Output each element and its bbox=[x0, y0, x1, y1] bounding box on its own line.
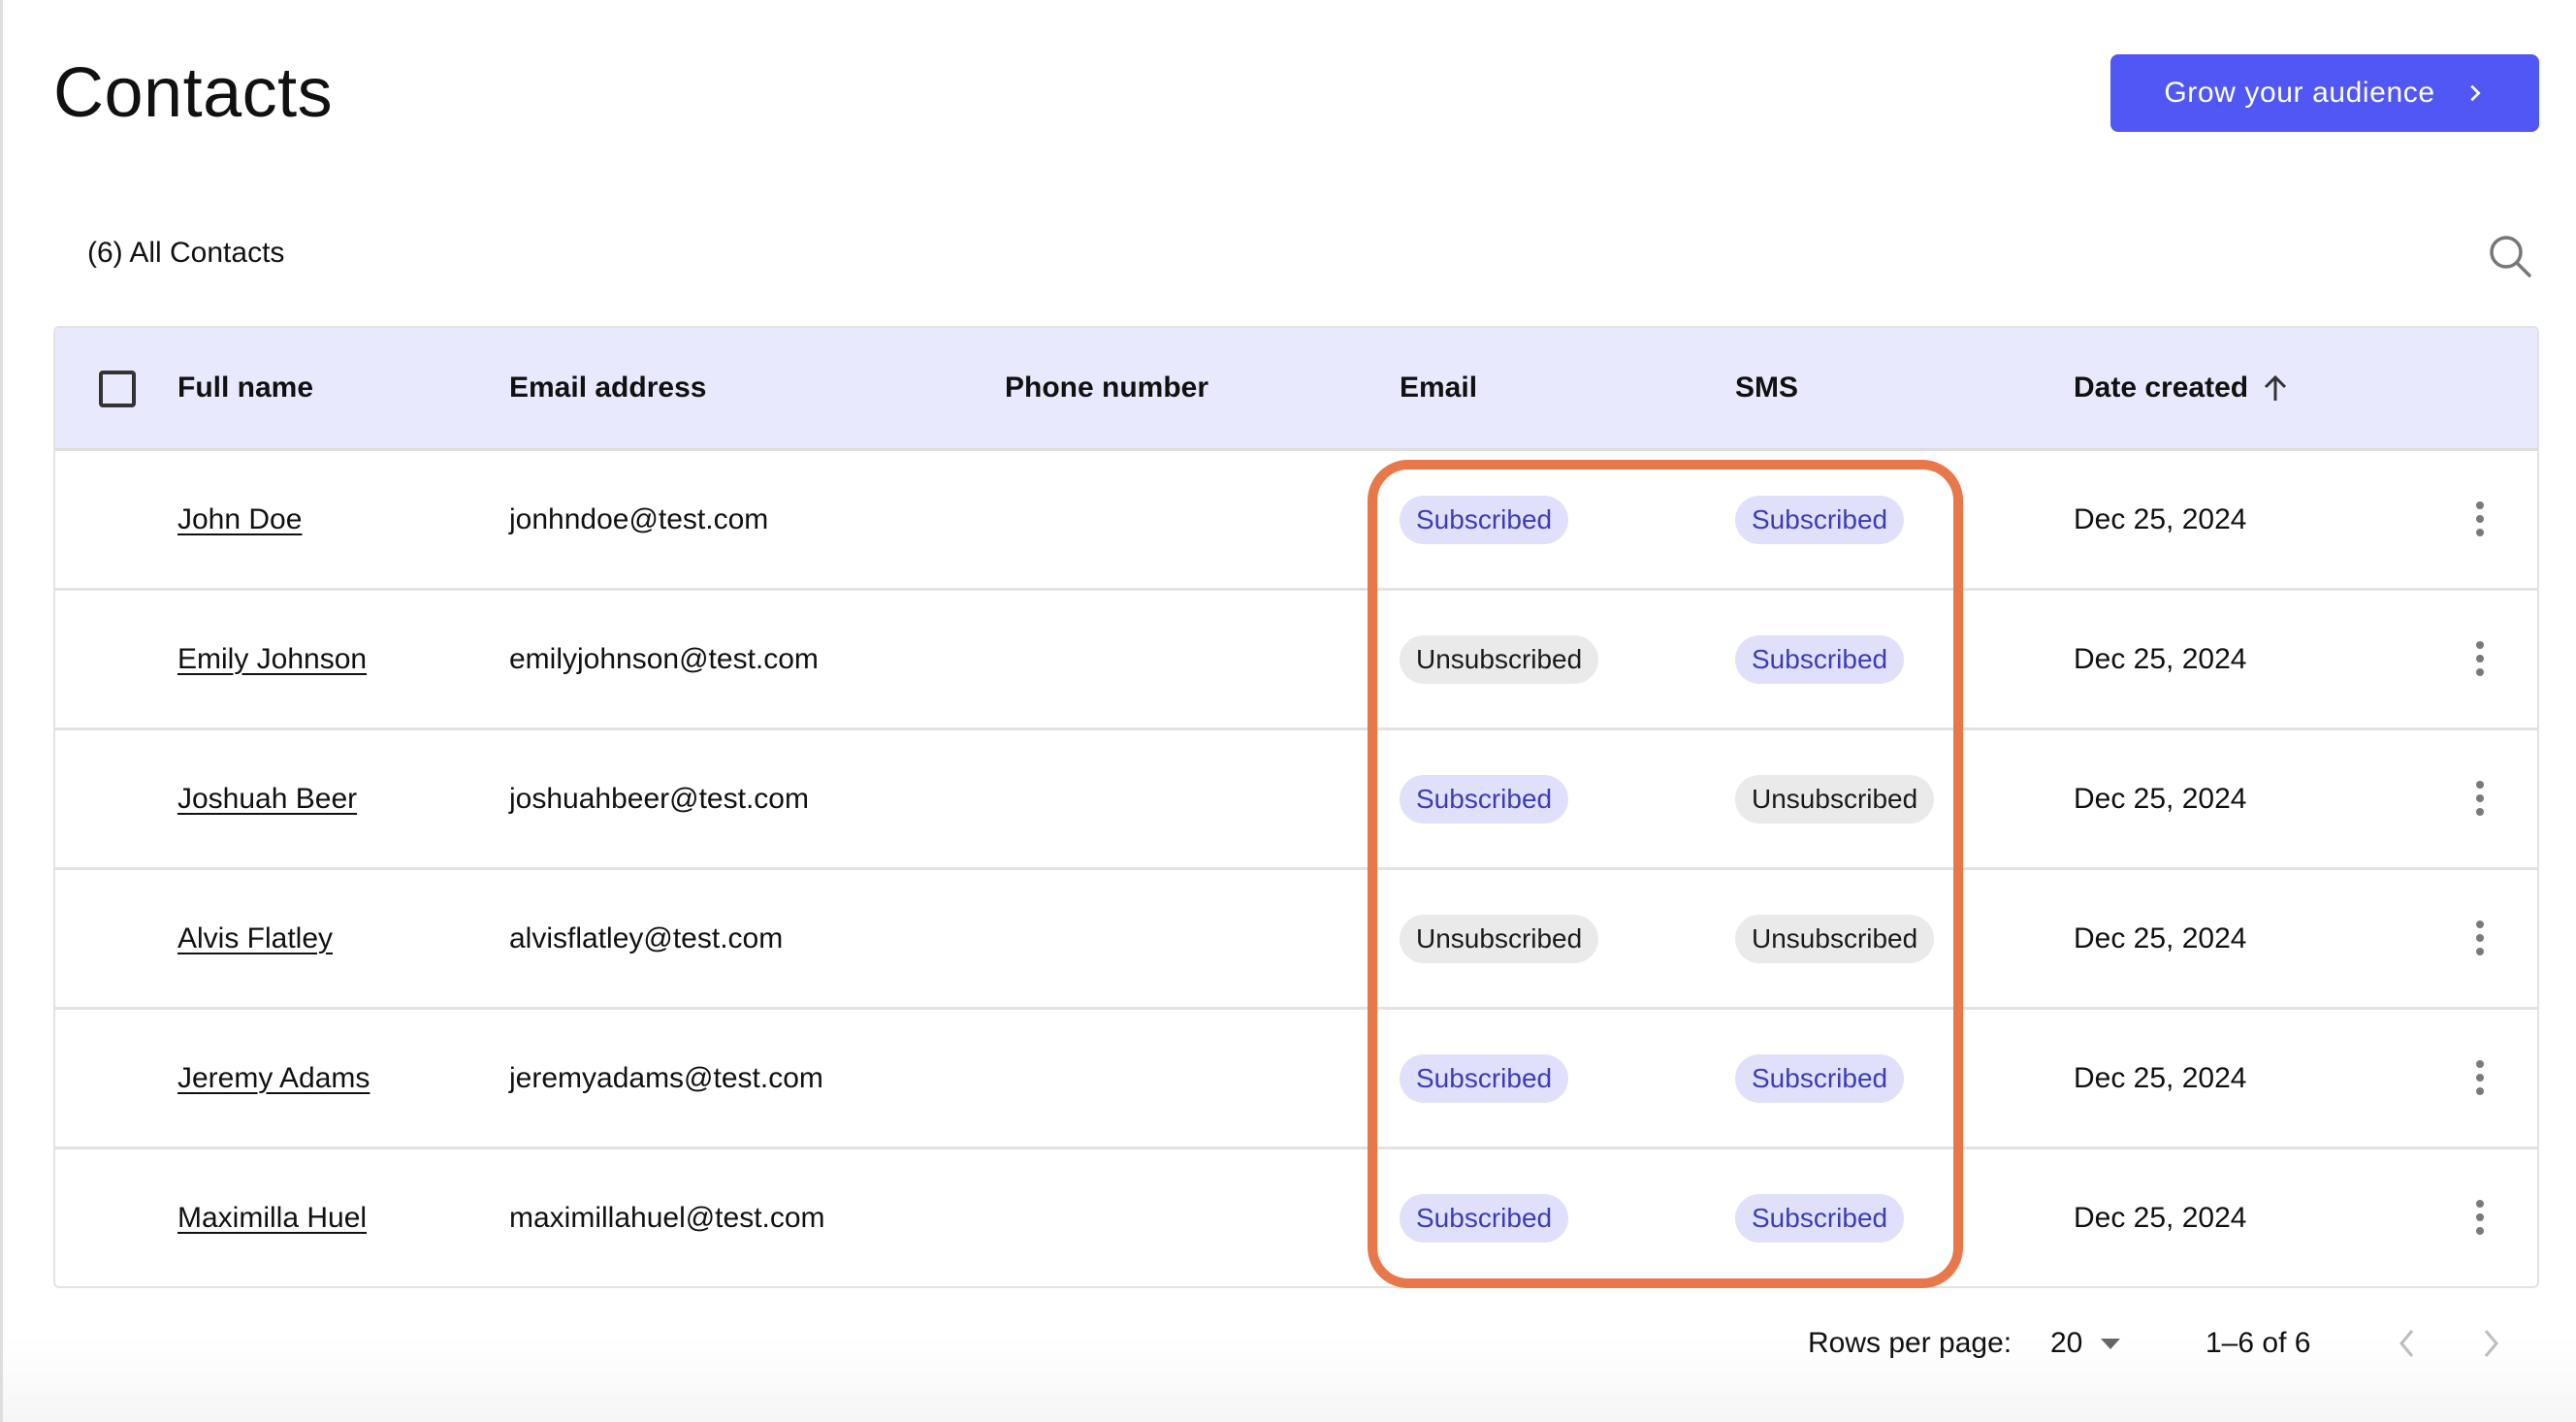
table-row[interactable]: Emily Johnson emilyjohnson@test.com Unsu… bbox=[55, 591, 2537, 730]
column-header-email-address[interactable]: Email address bbox=[509, 328, 706, 448]
date-created: Dec 25, 2024 bbox=[2074, 921, 2247, 954]
date-created-label: Date created bbox=[2074, 372, 2249, 404]
contact-email-address: emilyjohnson@test.com bbox=[509, 642, 819, 675]
email-status-chip: Unsubscribed bbox=[1400, 914, 1599, 963]
grow-audience-label: Grow your audience bbox=[2164, 77, 2435, 109]
pagination-range: 1–6 of 6 bbox=[2206, 1327, 2311, 1359]
contacts-count-label: (6) All Contacts bbox=[87, 237, 285, 269]
arrow-up-icon bbox=[2265, 374, 2287, 401]
previous-page-button[interactable] bbox=[2384, 1321, 2429, 1366]
contact-name-link[interactable]: Joshuah Beer bbox=[177, 783, 357, 816]
column-header-date-created[interactable]: Date created bbox=[2074, 328, 2289, 448]
contact-email-address: maximillahuel@test.com bbox=[509, 1201, 825, 1234]
date-created: Dec 25, 2024 bbox=[2074, 1201, 2247, 1234]
row-actions-button[interactable] bbox=[2451, 909, 2509, 967]
table-row[interactable]: Alvis Flatley alvisflatley@test.com Unsu… bbox=[55, 870, 2537, 1010]
column-header-phone-number[interactable]: Phone number bbox=[1005, 328, 1208, 448]
contact-email-address: jeremyadams@test.com bbox=[509, 1061, 823, 1094]
contact-name-link[interactable]: John Doe bbox=[177, 503, 302, 536]
contact-name-link[interactable]: Jeremy Adams bbox=[177, 1062, 370, 1095]
chevron-left-icon bbox=[2399, 1330, 2414, 1357]
next-page-button[interactable] bbox=[2469, 1321, 2514, 1366]
search-icon bbox=[2490, 236, 2531, 277]
contact-name-link[interactable]: Emily Johnson bbox=[177, 643, 367, 676]
select-all-checkbox[interactable] bbox=[99, 371, 136, 407]
grow-audience-button[interactable]: Grow your audience bbox=[2110, 54, 2539, 132]
table-row[interactable]: Jeremy Adams jeremyadams@test.com Subscr… bbox=[55, 1010, 2537, 1149]
search-button[interactable] bbox=[2483, 229, 2537, 283]
contact-email-address: jonhndoe@test.com bbox=[509, 502, 769, 535]
sms-status-chip: Unsubscribed bbox=[1735, 914, 1935, 963]
email-status-chip: Subscribed bbox=[1400, 1193, 1569, 1243]
date-created: Dec 25, 2024 bbox=[2074, 1061, 2247, 1094]
table-row[interactable]: Joshuah Beer joshuahbeer@test.com Subscr… bbox=[55, 730, 2537, 870]
date-created: Dec 25, 2024 bbox=[2074, 502, 2247, 535]
rows-per-page-label: Rows per page: bbox=[1808, 1327, 2012, 1359]
email-status-chip: Subscribed bbox=[1400, 774, 1569, 824]
chevron-right-icon bbox=[2470, 84, 2481, 102]
sms-status-chip: Subscribed bbox=[1735, 1053, 1905, 1103]
row-actions-button[interactable] bbox=[2451, 630, 2509, 688]
email-status-chip: Unsubscribed bbox=[1400, 634, 1599, 684]
rows-per-page-value: 20 bbox=[2050, 1327, 2083, 1359]
contact-name-link[interactable]: Alvis Flatley bbox=[177, 922, 333, 955]
sms-status-chip: Subscribed bbox=[1735, 495, 1905, 544]
more-vertical-icon bbox=[2476, 501, 2484, 536]
contact-name-link[interactable]: Maximilla Huel bbox=[177, 1202, 367, 1235]
page-title: Contacts bbox=[53, 54, 334, 132]
contact-email-address: alvisflatley@test.com bbox=[509, 921, 784, 954]
row-actions-button[interactable] bbox=[2451, 769, 2509, 827]
column-header-email[interactable]: Email bbox=[1400, 328, 1477, 448]
chevron-right-icon bbox=[2484, 1330, 2498, 1357]
column-header-full-name[interactable]: Full name bbox=[177, 328, 313, 448]
table-header: Full name Email address Phone number Ema… bbox=[55, 328, 2537, 451]
contacts-table: Full name Email address Phone number Ema… bbox=[53, 326, 2539, 1288]
table-row[interactable]: John Doe jonhndoe@test.com Subscribed Su… bbox=[55, 451, 2537, 591]
column-header-sms[interactable]: SMS bbox=[1735, 328, 1798, 448]
date-created: Dec 25, 2024 bbox=[2074, 642, 2247, 675]
more-vertical-icon bbox=[2476, 1200, 2484, 1235]
date-created: Dec 25, 2024 bbox=[2074, 782, 2247, 815]
email-status-chip: Subscribed bbox=[1400, 495, 1569, 544]
table-row[interactable]: Maximilla Huel maximillahuel@test.com Su… bbox=[55, 1149, 2537, 1286]
sms-status-chip: Unsubscribed bbox=[1735, 774, 1935, 824]
sms-status-chip: Subscribed bbox=[1735, 1193, 1905, 1243]
caret-down-icon bbox=[2101, 1339, 2121, 1349]
row-actions-button[interactable] bbox=[2451, 490, 2509, 548]
sms-status-chip: Subscribed bbox=[1735, 634, 1905, 684]
contact-email-address: joshuahbeer@test.com bbox=[509, 782, 809, 815]
rows-per-page-select[interactable]: 20 bbox=[2050, 1319, 2121, 1368]
left-border bbox=[0, 0, 3, 1422]
more-vertical-icon bbox=[2476, 921, 2484, 955]
email-status-chip: Subscribed bbox=[1400, 1053, 1569, 1103]
more-vertical-icon bbox=[2476, 781, 2484, 816]
row-actions-button[interactable] bbox=[2451, 1188, 2509, 1246]
more-vertical-icon bbox=[2476, 641, 2484, 676]
row-actions-button[interactable] bbox=[2451, 1049, 2509, 1107]
more-vertical-icon bbox=[2476, 1060, 2484, 1095]
